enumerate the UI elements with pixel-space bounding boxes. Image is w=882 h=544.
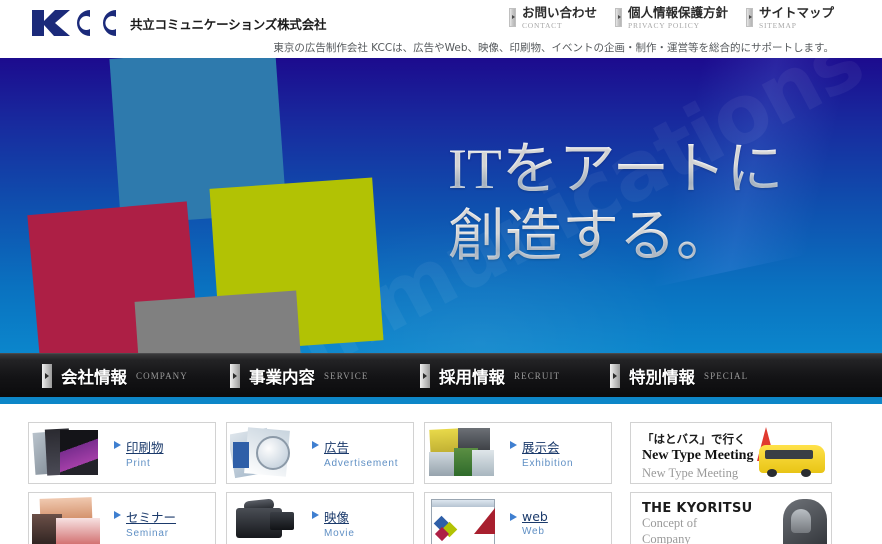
- service-card-label-jp: 広告: [324, 440, 350, 455]
- arrow-marker-icon: [508, 8, 516, 27]
- main-nav-label-en: SPECIAL: [704, 370, 749, 381]
- main-nav-label-jp: 特別情報: [629, 367, 695, 387]
- arrow-right-icon: [312, 441, 319, 449]
- site-tagline: 東京の広告制作会社 KCCは、広告やWeb、映像、印刷物、イベントの企画・制作・…: [273, 42, 834, 54]
- arrow-marker-icon: [230, 363, 240, 388]
- service-card-label-jp: セミナー: [126, 510, 177, 525]
- hero-banner: communications ITをアートに 創造する。: [0, 58, 882, 353]
- sidebar-banners: 「はとバス」で行く New Type Meeting New Type Meet…: [630, 422, 834, 544]
- main-nav-label-jp: 事業内容: [249, 367, 315, 387]
- service-card-label-en: Print: [126, 458, 151, 469]
- accent-strip: [0, 397, 882, 404]
- header-nav-label-jp: サイトマップ: [758, 5, 834, 20]
- banner-line1: THE KYORITSU: [642, 501, 753, 516]
- arrow-marker-icon: [614, 8, 622, 27]
- arrow-right-icon: [510, 441, 517, 449]
- header-nav-label-en: PRIVACY POLICY: [627, 20, 700, 30]
- arrow-marker-icon: [610, 363, 620, 388]
- page-root: 共立コミュニケーションズ株式会社 お問い合わせ CONTACT 個人情報保護方針…: [0, 0, 882, 544]
- banner-line3: New Type Meeting: [642, 466, 739, 480]
- service-card-seminar[interactable]: セミナー Seminar: [28, 492, 216, 544]
- service-card-web[interactable]: web Web: [424, 492, 612, 544]
- robot-icon: [783, 499, 827, 544]
- header-nav-label-en: CONTACT: [521, 20, 563, 30]
- header-nav-label-en: SITEMAP: [758, 20, 797, 30]
- banner-line3: Company: [642, 531, 691, 544]
- hero-headline-line2: 創造する。: [448, 203, 783, 270]
- arrow-marker-icon: [745, 8, 753, 27]
- arrow-marker-icon: [420, 363, 430, 388]
- main-nav-label-jp: 採用情報: [439, 367, 505, 387]
- main-nav-label-en: COMPANY: [136, 370, 188, 381]
- banner-the-kyoritsu[interactable]: THE KYORITSU Concept of Company: [630, 492, 832, 544]
- banner-line1: 「はとバス」で行く: [642, 432, 746, 446]
- header-nav-item-contact[interactable]: お問い合わせ CONTACT: [508, 5, 597, 30]
- main-nav-label-en: RECRUIT: [514, 370, 561, 381]
- exhibition-thumbnail-image: [428, 426, 500, 480]
- header-nav-label-jp: お問い合わせ: [521, 5, 597, 20]
- main-nav: 会社情報 COMPANY 事業内容 SERVICE 採用情報 RECRUIT 特…: [0, 353, 882, 397]
- service-card-print[interactable]: 印刷物 Print: [28, 422, 216, 484]
- banner-line2: New Type Meeting: [642, 448, 754, 463]
- hero-square-gray: [134, 290, 308, 353]
- main-nav-label-en: SERVICE: [324, 370, 369, 381]
- arrow-right-icon: [114, 511, 121, 519]
- service-card-label-jp: 展示会: [522, 440, 560, 455]
- service-card-label-jp: web: [522, 509, 548, 524]
- service-card-movie[interactable]: 映像 Movie: [226, 492, 414, 544]
- service-card-label-jp: 印刷物: [126, 440, 164, 455]
- bus-icon: [759, 445, 825, 477]
- advertisement-thumbnail-image: [230, 426, 302, 480]
- header-nav: お問い合わせ CONTACT 個人情報保護方針 PRIVACY POLICY サ…: [508, 5, 834, 30]
- service-card-label-en: Advertisement: [324, 458, 399, 469]
- service-card-label-en: Web: [522, 526, 545, 537]
- banner-line2: Concept of: [642, 516, 698, 530]
- header-nav-label-jp: 個人情報保護方針: [627, 5, 728, 20]
- hero-headline-line1: ITをアートに: [448, 136, 783, 203]
- arrow-right-icon: [510, 513, 517, 521]
- site-logo[interactable]: 共立コミュニケーションズ株式会社: [30, 8, 327, 38]
- main-content: 印刷物 Print 広告 Advertisement 展示会 Exhibitio…: [0, 404, 882, 544]
- main-nav-item-service[interactable]: 事業内容 SERVICE: [218, 363, 408, 388]
- print-thumbnail-image: [32, 426, 104, 480]
- arrow-right-icon: [312, 511, 319, 519]
- web-thumbnail-image: [428, 496, 500, 544]
- service-card-grid: 印刷物 Print 広告 Advertisement 展示会 Exhibitio…: [28, 422, 614, 544]
- service-card-label-jp: 映像: [324, 510, 350, 525]
- main-nav-label-jp: 会社情報: [61, 367, 127, 387]
- arrow-right-icon: [114, 441, 121, 449]
- service-card-label-en: Exhibition: [522, 458, 574, 469]
- banner-new-type-meeting[interactable]: 「はとバス」で行く New Type Meeting New Type Meet…: [630, 422, 832, 484]
- hero-headline: ITをアートに 創造する。: [448, 136, 783, 271]
- arrow-marker-icon: [42, 363, 52, 388]
- company-name: 共立コミュニケーションズ株式会社: [130, 16, 327, 32]
- service-card-advertisement[interactable]: 広告 Advertisement: [226, 422, 414, 484]
- header-nav-item-sitemap[interactable]: サイトマップ SITEMAP: [745, 5, 834, 30]
- service-card-label-en: Seminar: [126, 528, 169, 539]
- site-header: 共立コミュニケーションズ株式会社 お問い合わせ CONTACT 個人情報保護方針…: [0, 0, 882, 58]
- service-card-exhibition[interactable]: 展示会 Exhibition: [424, 422, 612, 484]
- kcc-logo-icon: [32, 10, 116, 36]
- movie-thumbnail-image: [230, 496, 302, 544]
- header-nav-item-privacy-policy[interactable]: 個人情報保護方針 PRIVACY POLICY: [614, 5, 728, 30]
- main-nav-item-company[interactable]: 会社情報 COMPANY: [30, 363, 218, 388]
- main-nav-item-special[interactable]: 特別情報 SPECIAL: [598, 363, 749, 388]
- seminar-thumbnail-image: [32, 496, 104, 544]
- service-card-label-en: Movie: [324, 528, 355, 539]
- main-nav-item-recruit[interactable]: 採用情報 RECRUIT: [408, 363, 598, 388]
